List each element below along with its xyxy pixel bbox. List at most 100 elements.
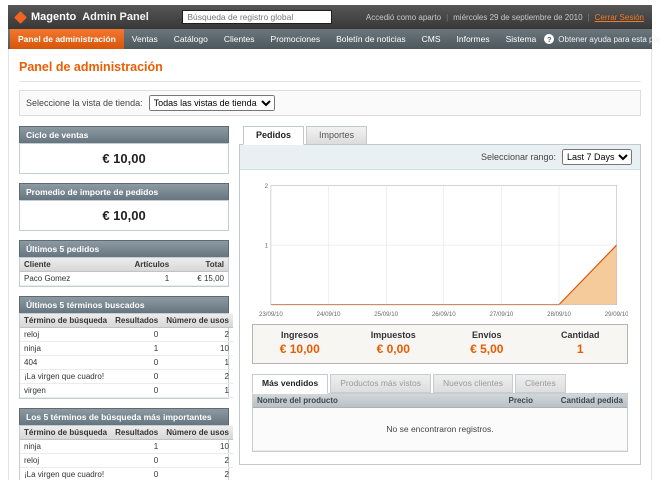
nav-item-cms[interactable]: CMS bbox=[414, 29, 449, 49]
range-select[interactable]: Last 7 Days bbox=[562, 149, 632, 165]
lifetime-sales-title: Ciclo de ventas bbox=[19, 126, 229, 143]
help-link[interactable]: ? Obtener ayuda para esta página bbox=[544, 29, 660, 49]
store-view-select[interactable]: Todas las vistas de tienda bbox=[148, 95, 275, 111]
average-order-title: Promedio de importe de pedidos bbox=[19, 183, 229, 200]
stat-label: Cantidad bbox=[560, 329, 600, 340]
store-view-label: Seleccione la vista de tienda: bbox=[26, 98, 143, 108]
svg-text:28/09/10: 28/09/10 bbox=[547, 311, 571, 318]
stat-impuestos: Impuestos € 0,00 bbox=[347, 325, 441, 363]
column-header: Cliente bbox=[20, 258, 106, 272]
separator: | bbox=[446, 12, 449, 22]
svg-text:26/09/10: 26/09/10 bbox=[432, 311, 456, 318]
stat-envios: Envíos € 5,00 bbox=[440, 325, 534, 363]
stat-value: 1 bbox=[576, 341, 584, 356]
brand: Magento Admin Panel bbox=[14, 10, 149, 24]
magento-logo-icon bbox=[14, 10, 27, 24]
column-header: Precio bbox=[467, 393, 537, 408]
table-row[interactable]: Paco Gomez 1 € 15,00 bbox=[20, 271, 228, 286]
column-header: Término de búsqueda bbox=[20, 426, 112, 440]
svg-text:29/09/10: 29/09/10 bbox=[605, 311, 628, 318]
table-row[interactable]: 404 0 1 bbox=[20, 355, 233, 370]
last-terms-title: Últimos 5 términos buscados bbox=[19, 296, 229, 313]
lifetime-sales-value: € 10,00 bbox=[102, 151, 146, 166]
table-row[interactable]: ninja 1 10 bbox=[20, 341, 233, 356]
current-date: miércoles 29 de septiembre de 2010 bbox=[453, 12, 583, 22]
content-area: Panel de administración Seleccione la vi… bbox=[8, 49, 652, 480]
brand-name: Magento bbox=[31, 11, 77, 23]
range-label: Seleccionar rango: bbox=[480, 152, 556, 162]
last-orders-table: Cliente Artículos Total Paco Gomez 1 € 15,… bbox=[20, 258, 228, 286]
admin-app: Magento Admin Panel Accedió como aparto … bbox=[8, 5, 660, 480]
global-search bbox=[149, 10, 366, 24]
last-terms-box: Últimos 5 términos buscados Término de b… bbox=[19, 296, 233, 399]
separator: | bbox=[587, 12, 590, 22]
nav-item-panel[interactable]: Panel de administración bbox=[10, 29, 124, 49]
table-header-row: Término de búsqueda Resultados Número de… bbox=[20, 426, 233, 440]
lifetime-sales-box: Ciclo de ventas € 10,00 bbox=[19, 126, 229, 174]
brand-suffix: Admin Panel bbox=[82, 11, 149, 23]
table-row[interactable]: ¡La virgen que cuadro! 0 2 bbox=[20, 467, 233, 480]
table-header-row: Cliente Artículos Total bbox=[20, 258, 228, 272]
svg-text:23/09/10: 23/09/10 bbox=[259, 311, 283, 318]
table-row[interactable]: reloj 0 2 bbox=[20, 327, 233, 342]
dashboard-right-column: Pedidos Importes Seleccionar rango: Last… bbox=[239, 126, 641, 465]
table-header-row: Término de búsqueda Resultados Número de… bbox=[20, 314, 233, 328]
nav-item-sistema[interactable]: Sistema bbox=[498, 29, 545, 49]
top-header: Magento Admin Panel Accedió como aparto … bbox=[8, 5, 652, 29]
table-row[interactable]: reloj 0 2 bbox=[20, 453, 233, 468]
help-label: Obtener ayuda para esta página bbox=[558, 34, 660, 44]
table-row[interactable]: ninja 1 10 bbox=[20, 439, 233, 454]
stat-cantidad: Cantidad 1 bbox=[534, 325, 628, 363]
nav-item-boletin[interactable]: Boletín de noticias bbox=[328, 29, 413, 49]
stat-label: Ingresos bbox=[280, 329, 319, 340]
empty-row: No se encontraron registros. bbox=[253, 407, 627, 451]
stat-value: € 5,00 bbox=[470, 341, 504, 356]
top-terms-box: Los 5 términos de búsqueda más important… bbox=[19, 408, 233, 480]
nav-item-informes[interactable]: Informes bbox=[449, 29, 498, 49]
table-row[interactable]: virgen 0 1 bbox=[20, 383, 233, 398]
store-view-switcher: Seleccione la vista de tienda: Todas las… bbox=[19, 90, 641, 116]
table-header-row: Nombre del producto Precio Cantidad pedi… bbox=[253, 393, 627, 408]
help-icon: ? bbox=[544, 34, 555, 44]
empty-message: No se encontraron registros. bbox=[253, 407, 627, 451]
last-orders-box: Últimos 5 pedidos Cliente Artículos Tota… bbox=[19, 240, 229, 287]
last-terms-table: Término de búsqueda Resultados Número de… bbox=[20, 314, 233, 398]
top-terms-title: Los 5 términos de búsqueda más important… bbox=[19, 408, 229, 425]
svg-text:24/09/10: 24/09/10 bbox=[317, 311, 341, 318]
stat-label: Impuestos bbox=[370, 329, 416, 340]
svg-text:1: 1 bbox=[265, 242, 269, 249]
table-row[interactable]: ¡La virgen que cuadro! 0 2 bbox=[20, 369, 233, 384]
tab-importes[interactable]: Importes bbox=[306, 126, 368, 145]
column-header: Cantidad pedida bbox=[537, 393, 627, 408]
nav-item-promociones[interactable]: Promociones bbox=[263, 29, 329, 49]
dashboard-tabs: Pedidos Importes bbox=[239, 126, 641, 145]
nav-item-catalogo[interactable]: Catálogo bbox=[166, 29, 216, 49]
svg-text:2: 2 bbox=[265, 183, 269, 190]
tab-pedidos[interactable]: Pedidos bbox=[243, 126, 305, 145]
tab-productos-mas-vistos[interactable]: Productos más vistos bbox=[330, 373, 431, 393]
column-header: Número de usos bbox=[162, 314, 233, 328]
column-header: Total bbox=[173, 258, 228, 272]
tab-nuevos-clientes[interactable]: Nuevos clientes bbox=[433, 373, 514, 393]
global-search-input[interactable] bbox=[182, 10, 333, 24]
column-header: Resultados bbox=[111, 314, 163, 328]
dashboard-panel: Seleccionar rango: Last 7 Days 23/09/10 2… bbox=[239, 144, 641, 465]
range-bar: Seleccionar rango: Last 7 Days bbox=[240, 145, 640, 170]
nav-item-ventas[interactable]: Ventas bbox=[124, 29, 166, 49]
average-order-value: € 10,00 bbox=[102, 208, 146, 223]
column-header: Nombre del producto bbox=[253, 393, 467, 408]
stat-value: € 10,00 bbox=[279, 341, 320, 356]
grid-tabs: Más vendidos Productos más vistos Nuevos… bbox=[252, 373, 628, 394]
stat-ingresos: Ingresos € 10,00 bbox=[253, 325, 347, 363]
nav-item-clientes[interactable]: Clientes bbox=[216, 29, 263, 49]
top-terms-table: Término de búsqueda Resultados Número de… bbox=[20, 426, 233, 480]
column-header: Término de búsqueda bbox=[20, 314, 112, 328]
tab-clientes[interactable]: Clientes bbox=[515, 373, 566, 393]
page-title: Panel de administración bbox=[19, 57, 641, 82]
average-order-box: Promedio de importe de pedidos € 10,00 bbox=[19, 183, 229, 231]
logout-link[interactable]: Cerrar Sesión bbox=[595, 13, 644, 22]
stat-label: Envíos bbox=[471, 329, 502, 340]
tab-mas-vendidos[interactable]: Más vendidos bbox=[252, 373, 329, 394]
column-header: Número de usos bbox=[162, 426, 233, 440]
svg-text:27/09/10: 27/09/10 bbox=[489, 311, 513, 318]
